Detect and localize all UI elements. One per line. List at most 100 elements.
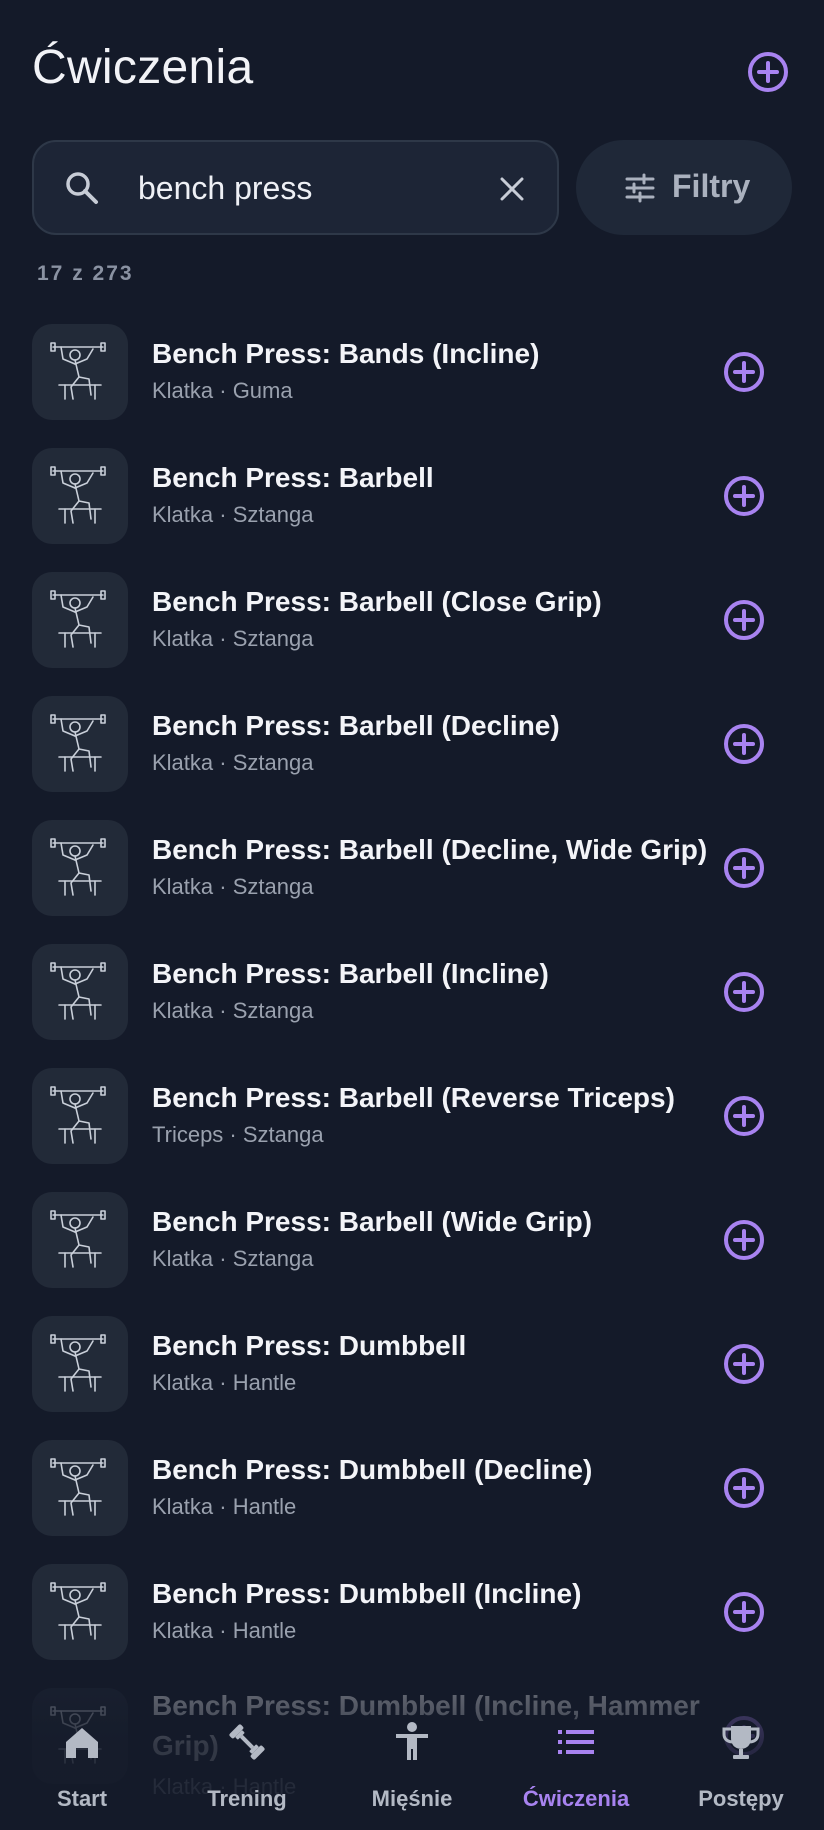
exercise-row[interactable]: Bench Press: Barbell (Decline) Klatka · S… [0,682,824,806]
plus-circle-icon [724,476,764,516]
add-exercise-button[interactable] [722,1094,766,1138]
home-icon [66,1728,98,1758]
clear-search-icon[interactable] [497,174,527,204]
exercise-name: Bench Press: Barbell (Decline, Wide Grip… [152,834,708,865]
trophy-icon [722,1726,760,1759]
add-exercise-button[interactable] [722,350,766,394]
exercise-illustration-icon [50,1210,106,1268]
exercise-thumbnail [32,324,128,420]
plus-circle-icon [724,1468,764,1508]
exercise-meta: Klatka · Sztanga [152,874,314,899]
search-input[interactable]: bench press [32,140,559,235]
exercise-illustration-icon [50,962,106,1020]
add-exercise-button[interactable] [722,846,766,890]
nav-label: Postępy [698,1786,784,1811]
exercise-thumbnail [32,448,128,544]
nav-item-cwiczenia[interactable]: Ćwiczenia [494,1690,658,1830]
exercise-thumbnail [32,820,128,916]
exercise-illustration-icon [50,590,106,648]
plus-circle-icon [724,724,764,764]
nav-label: Trening [207,1786,287,1811]
nav-item-trening[interactable]: Trening [165,1690,329,1830]
search-icon [66,172,98,204]
add-exercise-button[interactable] [722,1466,766,1510]
add-exercise-button[interactable] [722,722,766,766]
exercise-illustration-icon [50,1334,106,1392]
nav-item-start[interactable]: Start [0,1690,164,1830]
add-exercise-icon[interactable] [746,50,790,94]
exercise-name: Bench Press: Barbell (Close Grip) [152,586,602,617]
exercise-thumbnail [32,1440,128,1536]
exercise-name: Bench Press: Barbell (Incline) [152,958,549,989]
nav-item-postepy[interactable]: Postępy [659,1690,823,1830]
exercise-row[interactable]: Bench Press: Dumbbell (Decline) Klatka · … [0,1426,824,1550]
exercise-row[interactable]: Bench Press: Barbell (Wide Grip) Klatka ·… [0,1178,824,1302]
exercise-meta: Klatka · Hantle [152,1494,297,1519]
exercise-meta: Klatka · Hantle [152,1370,297,1395]
exercise-meta: Klatka · Sztanga [152,750,314,775]
sliders-icon [625,173,655,203]
add-exercise-button[interactable] [722,474,766,518]
result-count: 17 z 273 [37,262,134,285]
search-value[interactable]: bench press [138,170,312,207]
exercise-illustration-icon [50,1458,106,1516]
exercise-meta: Klatka · Guma [152,378,293,403]
nav-label: Start [56,1786,108,1811]
exercise-meta: Klatka · Sztanga [152,998,314,1023]
plus-circle-icon [724,1220,764,1260]
exercise-thumbnail [32,1068,128,1164]
exercise-illustration-icon [50,838,106,896]
exercise-name: Bench Press: Barbell [152,462,434,493]
plus-circle-icon [724,600,764,640]
exercise-row[interactable]: Bench Press: Barbell (Reverse Triceps) Tr… [0,1054,824,1178]
exercise-meta: Klatka · Hantle [152,1618,297,1643]
exercise-name: Bench Press: Bands (Incline) [152,338,540,369]
add-exercise-button[interactable] [722,970,766,1014]
add-exercise-button[interactable] [722,1218,766,1262]
exercise-row[interactable]: Bench Press: Barbell (Close Grip) Klatka … [0,558,824,682]
exercise-row[interactable]: Bench Press: Barbell (Decline, Wide Grip… [0,806,824,930]
exercise-row[interactable]: Bench Press: Barbell Klatka · Sztanga [0,434,824,558]
exercise-row[interactable]: Bench Press: Dumbbell Klatka · Hantle [0,1302,824,1426]
add-exercise-button[interactable] [722,1342,766,1386]
exercise-illustration-icon [50,1582,106,1640]
plus-circle-icon [724,352,764,392]
exercise-thumbnail [32,1192,128,1288]
page-title: Ćwiczenia [32,41,254,94]
exercise-illustration-icon [50,714,106,772]
exercise-name: Bench Press: Barbell (Reverse Triceps) [152,1082,675,1113]
plus-circle-icon [724,1344,764,1384]
exercise-name: Bench Press: Dumbbell [152,1330,467,1361]
nav-item-miesnie[interactable]: Mięśnie [330,1690,494,1830]
exercise-name: Bench Press: Barbell (Wide Grip) [152,1206,593,1237]
bottom-nav: Start Trening Mięśnie Ćwiczenia Postępy [0,1690,824,1830]
filter-button[interactable]: Filtry [576,140,792,235]
plus-circle-icon [724,1096,764,1136]
exercise-thumbnail [32,944,128,1040]
exercise-thumbnail [32,1564,128,1660]
body-icon [396,1722,428,1760]
exercise-row[interactable]: Bench Press: Bands (Incline) Klatka · Gum… [0,310,824,434]
exercise-name: Bench Press: Dumbbell (Incline) [152,1578,582,1609]
plus-circle-icon [724,1592,764,1632]
add-exercise-button[interactable] [722,598,766,642]
exercise-name: Bench Press: Barbell (Decline) [152,710,560,741]
exercise-illustration-icon [50,1086,106,1144]
dumbbell-icon [229,1724,265,1760]
exercise-meta: Klatka · Sztanga [152,1246,314,1271]
exercise-thumbnail [32,1316,128,1412]
exercise-meta: Klatka · Sztanga [152,502,314,527]
exercise-row[interactable]: Bench Press: Barbell (Incline) Klatka · S… [0,930,824,1054]
filter-label: Filtry [672,168,751,204]
list-icon [558,1730,594,1754]
exercise-meta: Klatka · Sztanga [152,626,314,651]
add-exercise-button[interactable] [722,1590,766,1634]
exercise-illustration-icon [50,466,106,524]
nav-label: Ćwiczenia [522,1786,630,1811]
exercise-illustration-icon [50,342,106,400]
exercise-row[interactable]: Bench Press: Dumbbell (Incline) Klatka · … [0,1550,824,1674]
header: Ćwiczenia [0,0,824,140]
nav-label: Mięśnie [371,1786,453,1811]
plus-circle-icon [724,972,764,1012]
exercise-name: Bench Press: Dumbbell (Decline) [152,1454,593,1485]
